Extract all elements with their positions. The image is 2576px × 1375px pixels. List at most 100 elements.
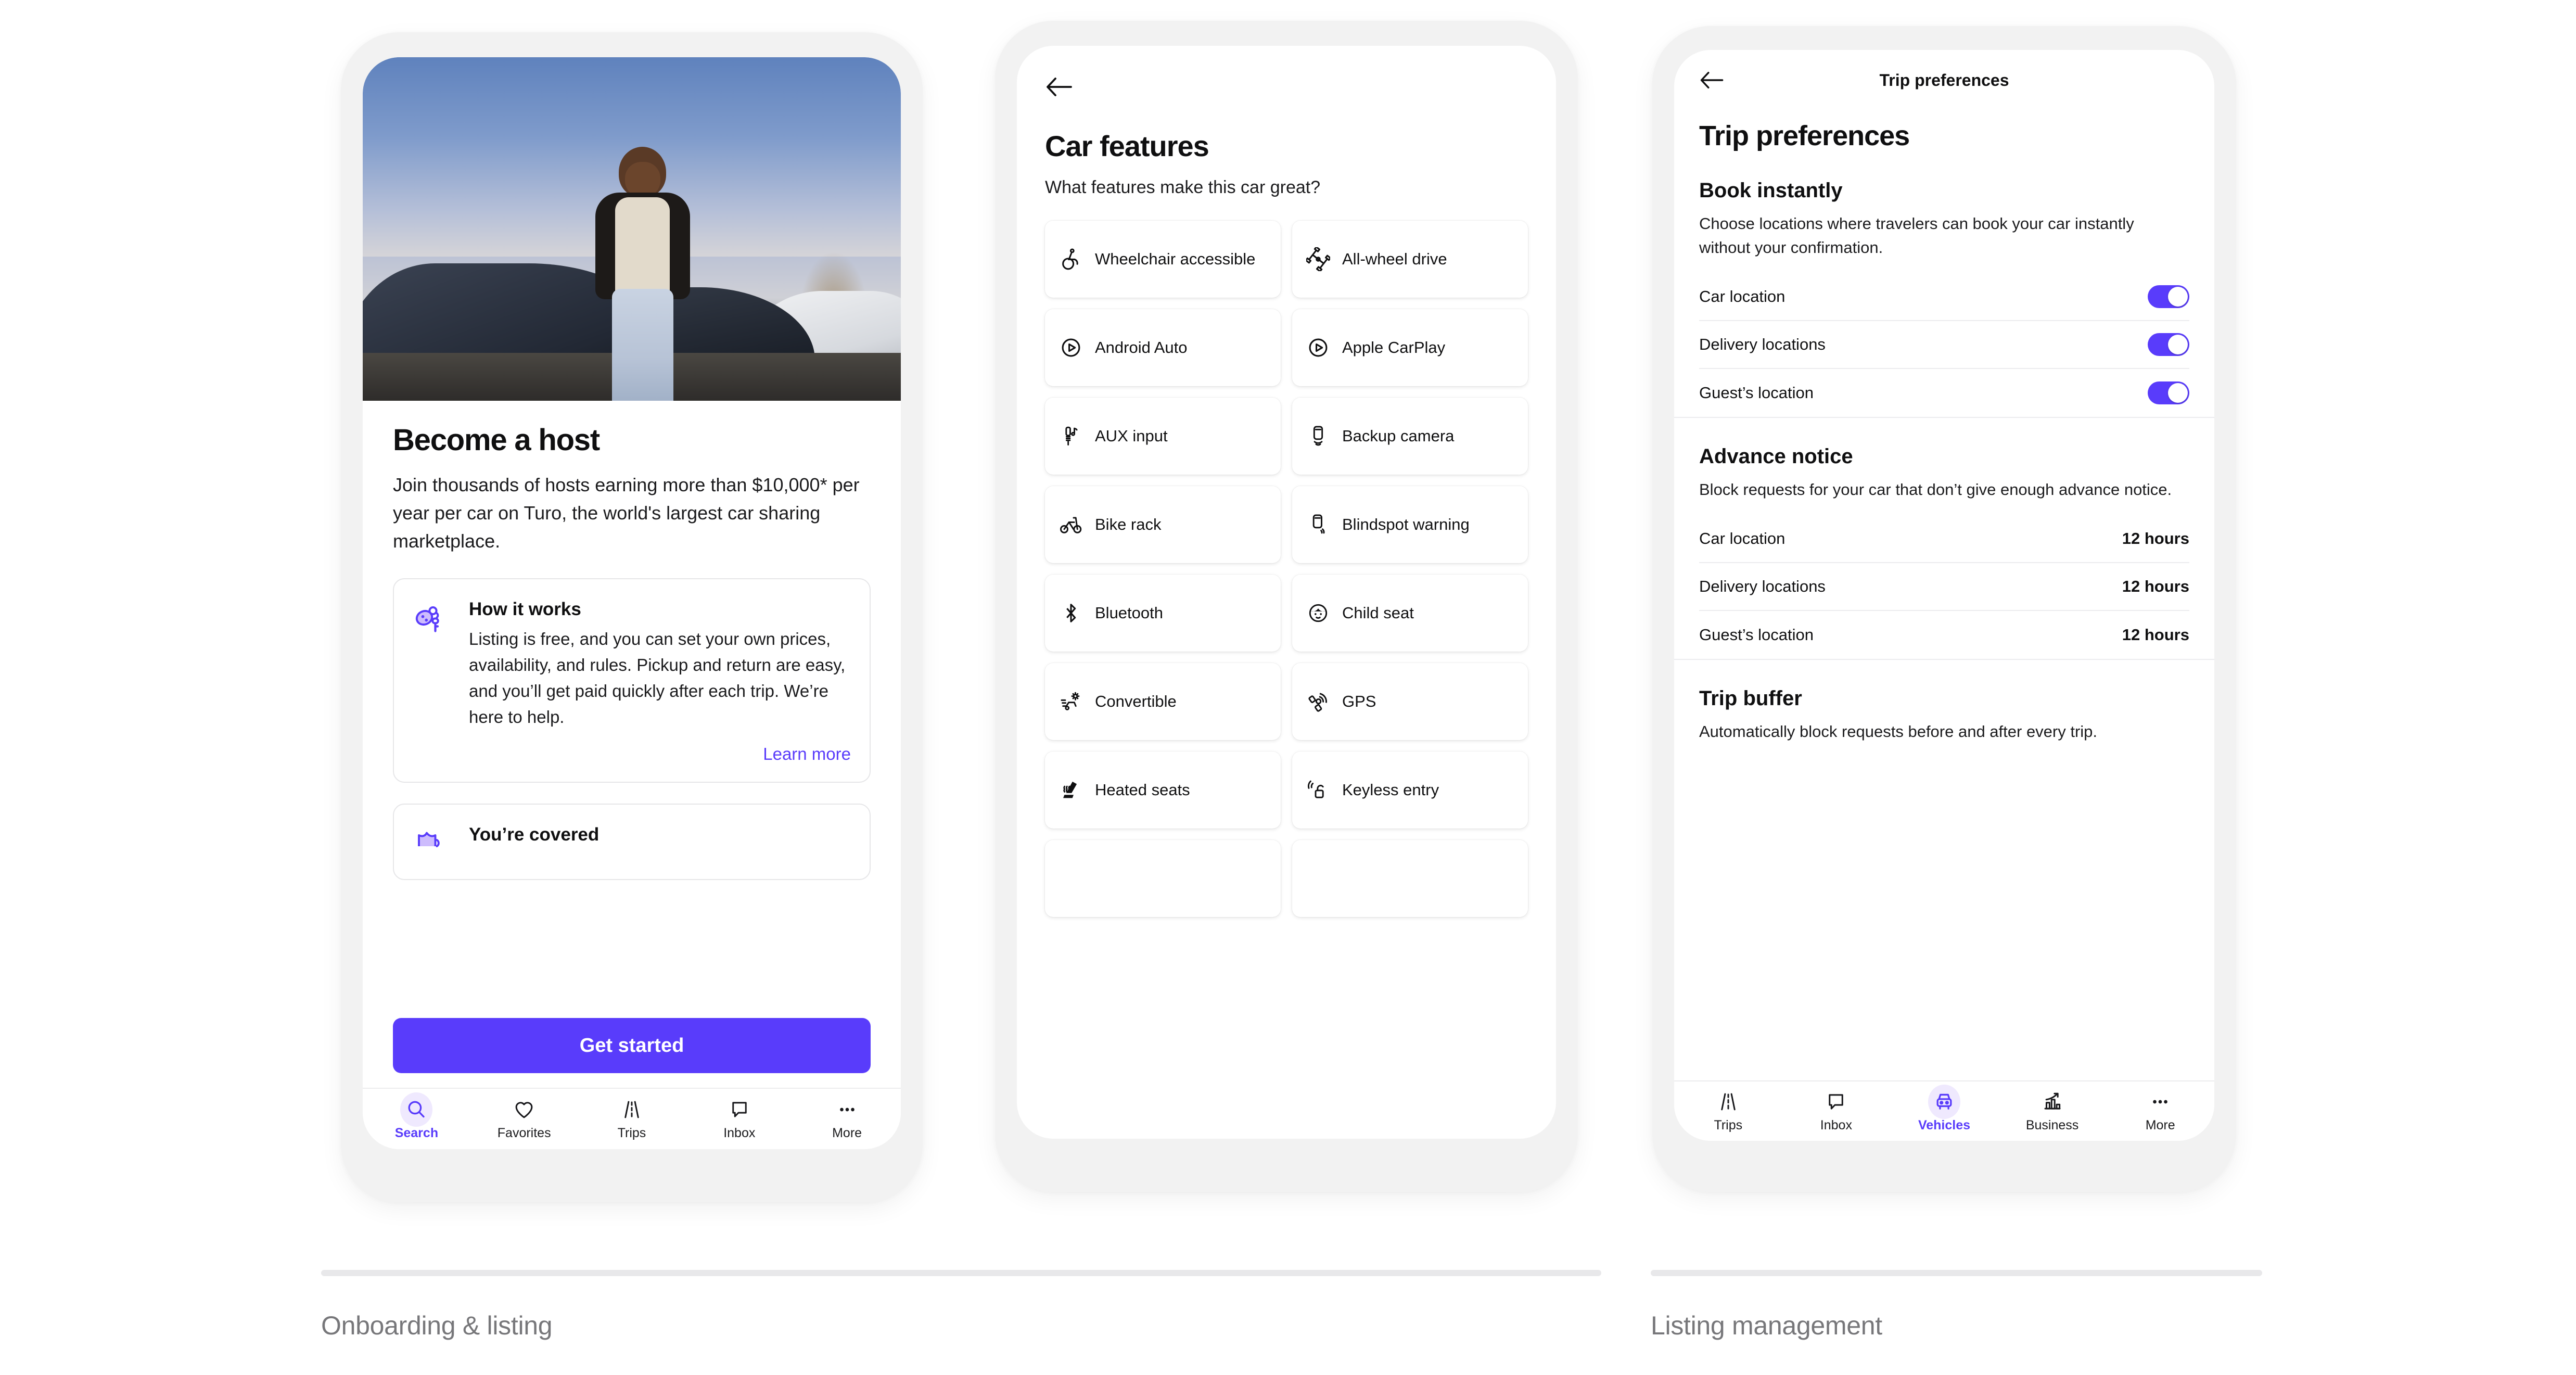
chart-up-icon (2042, 1090, 2063, 1114)
get-started-button[interactable]: Get started (393, 1018, 871, 1073)
back-arrow-icon[interactable] (1699, 62, 1736, 98)
backup-camera-icon (1305, 424, 1332, 448)
feature-label: Apple CarPlay (1342, 338, 1446, 357)
heart-icon (513, 1098, 535, 1122)
screenshot-stage: Become a host Join thousands of hosts ea… (0, 0, 2576, 1375)
feature-tile-all-wheel-drive[interactable]: All-wheel drive (1292, 221, 1528, 298)
screen-car-features: Car features What features make this car… (1017, 46, 1556, 1139)
page-title: Trip preferences (1699, 120, 1910, 151)
feature-label: Keyless entry (1342, 781, 1439, 799)
phone-frame-onboarding: Become a host Join thousands of hosts ea… (341, 32, 923, 1202)
learn-more-link[interactable]: Learn more (469, 744, 851, 764)
tab-label: Favorites (497, 1125, 551, 1140)
settings-rows: Car location 12 hours Delivery locations… (1699, 515, 2189, 659)
toggle-delivery-locations[interactable] (2148, 333, 2189, 356)
row-guests-location[interactable]: Guest’s location (1699, 369, 2189, 417)
feature-grid: Wheelchair accessible All-wheel drive An… (1045, 221, 1528, 917)
tab-label: Trips (617, 1125, 646, 1140)
section-description: Block requests for your car that don’t g… (1699, 480, 2172, 499)
tab-favorites[interactable]: Favorites (470, 1098, 578, 1141)
row-car-location[interactable]: Car location 12 hours (1699, 515, 2189, 563)
section-trip-buffer: Trip buffer Automatically block requests… (1699, 687, 2189, 744)
row-delivery-locations[interactable]: Delivery locations 12 hours (1699, 563, 2189, 611)
feature-tile-apple-carplay[interactable]: Apple CarPlay (1292, 309, 1528, 386)
section-description: Choose locations where travelers can boo… (1699, 214, 2134, 257)
feature-tile-bike-rack[interactable]: Bike rack (1045, 486, 1281, 563)
play-circle-icon (1057, 336, 1085, 360)
toggle-knob (2168, 383, 2188, 403)
hero-person (583, 146, 702, 401)
section-divider (1674, 658, 2214, 660)
search-icon (400, 1092, 433, 1127)
toggle-car-location[interactable] (2148, 285, 2189, 308)
tab-inbox[interactable]: Inbox (685, 1098, 793, 1141)
tab-search[interactable]: Search (363, 1092, 470, 1141)
toggle-guests-location[interactable] (2148, 381, 2189, 404)
trip-preferences-content: Trip preferences Book instantly Choose l… (1674, 120, 2214, 744)
wheelchair-icon (1057, 247, 1085, 271)
tab-inbox[interactable]: Inbox (1782, 1090, 1891, 1133)
feature-tile-bluetooth[interactable]: Bluetooth (1045, 575, 1281, 652)
feature-tile-android-auto[interactable]: Android Auto (1045, 309, 1281, 386)
feature-label: AUX input (1095, 427, 1168, 445)
feature-tile-partial-left[interactable] (1045, 840, 1281, 917)
keyless-lock-icon (1305, 778, 1332, 802)
tab-vehicles[interactable]: Vehicles (1890, 1084, 1998, 1133)
tab-label: Trips (1714, 1117, 1743, 1132)
nav-title: Trip preferences (1879, 70, 2009, 90)
tab-label: Inbox (723, 1125, 756, 1140)
section-description: Automatically block requests before and … (1699, 722, 2098, 741)
convertible-icon (1057, 690, 1085, 714)
feature-label: Backup camera (1342, 427, 1455, 445)
road-icon (1717, 1090, 1739, 1114)
tab-trips[interactable]: Trips (1674, 1090, 1782, 1133)
row-car-location[interactable]: Car location (1699, 273, 2189, 321)
settings-rows: Car location Delivery locations Guest’s … (1699, 273, 2189, 417)
car-icon (1928, 1084, 1960, 1119)
heated-seat-icon (1057, 778, 1085, 802)
caption-onboarding: Onboarding & listing (321, 1270, 1601, 1341)
feature-tile-wheelchair-accessible[interactable]: Wheelchair accessible (1045, 221, 1281, 298)
back-arrow-icon[interactable] (1045, 69, 1081, 105)
tab-label: Search (394, 1125, 439, 1140)
caption-rule (1651, 1270, 2262, 1276)
caption-listing-management: Listing management (1651, 1270, 2262, 1341)
feature-label: Child seat (1342, 604, 1414, 622)
feature-tile-blindspot-warning[interactable]: Blindspot warning (1292, 486, 1528, 563)
screen-become-a-host: Become a host Join thousands of hosts ea… (363, 57, 901, 1149)
feature-tile-child-seat[interactable]: Child seat (1292, 575, 1528, 652)
row-delivery-locations[interactable]: Delivery locations (1699, 321, 2189, 369)
tab-more[interactable]: More (2106, 1090, 2214, 1133)
ellipsis-icon (2149, 1090, 2171, 1114)
bluetooth-icon (1057, 601, 1085, 625)
feature-tile-partial-right[interactable] (1292, 840, 1528, 917)
feature-label: Bike rack (1095, 515, 1162, 534)
shield-icon (413, 824, 453, 861)
feature-label: Convertible (1095, 692, 1177, 711)
page-subtitle: Join thousands of hosts earning more tha… (393, 474, 860, 552)
tab-business[interactable]: Business (1998, 1090, 2107, 1133)
sticky-cta-bar: Get started (363, 1002, 901, 1088)
feature-tile-aux-input[interactable]: AUX input (1045, 398, 1281, 475)
bottom-tab-bar-onboarding: Search Favorites Trips Inbox More (363, 1088, 901, 1149)
row-label: Guest’s location (1699, 625, 1814, 644)
row-value: 12 hours (2122, 577, 2189, 595)
phone-frame-trip-preferences: Trip preferences Trip preferences Book i… (1652, 26, 2236, 1192)
feature-tile-keyless-entry[interactable]: Keyless entry (1292, 752, 1528, 829)
feature-tile-backup-camera[interactable]: Backup camera (1292, 398, 1528, 475)
bottom-tab-bar-host: Trips Inbox Vehicles Business More (1674, 1080, 2214, 1141)
row-label: Car location (1699, 287, 1786, 305)
tab-trips[interactable]: Trips (578, 1098, 686, 1141)
feature-tile-gps[interactable]: GPS (1292, 663, 1528, 740)
tab-more[interactable]: More (793, 1098, 901, 1141)
feature-label: Wheelchair accessible (1095, 250, 1256, 269)
row-guests-location[interactable]: Guest’s location 12 hours (1699, 611, 2189, 659)
row-label: Delivery locations (1699, 335, 1826, 353)
row-label: Guest’s location (1699, 383, 1814, 402)
feature-tile-heated-seats[interactable]: Heated seats (1045, 752, 1281, 829)
feature-tile-convertible[interactable]: Convertible (1045, 663, 1281, 740)
hero-image (363, 57, 901, 401)
phone-frame-car-features: Car features What features make this car… (995, 21, 1578, 1192)
hero-person-hoodie (615, 197, 670, 299)
tab-label: Business (2025, 1117, 2079, 1132)
